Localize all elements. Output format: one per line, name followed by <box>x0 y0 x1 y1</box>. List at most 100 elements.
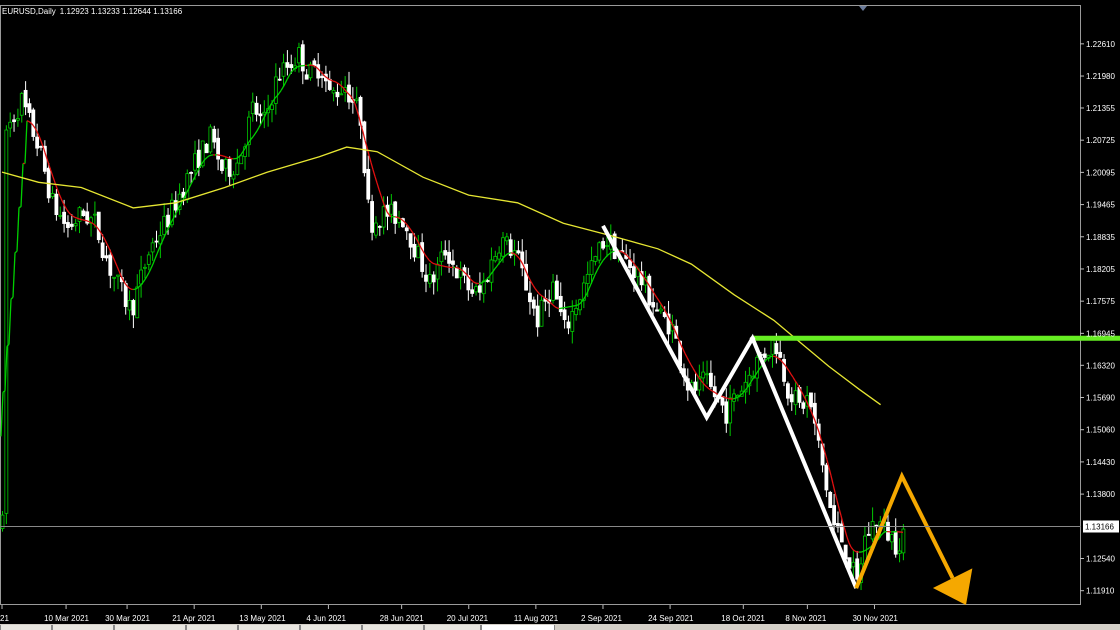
candle-body <box>851 561 856 568</box>
candle-body <box>870 521 875 540</box>
candle-body <box>832 505 836 526</box>
candle-body <box>474 286 478 293</box>
shift-marker-icon[interactable] <box>859 6 867 11</box>
candle-body <box>127 300 132 311</box>
fast-ma-segment <box>64 206 68 211</box>
fast-ma-segment <box>320 71 324 75</box>
candle-body <box>412 243 417 258</box>
fast-ma-segment <box>430 261 434 264</box>
candle-body <box>416 245 421 259</box>
fast-ma-segment <box>534 287 538 292</box>
fast-ma-segment <box>504 253 508 257</box>
chart-tab[interactable] <box>186 625 238 630</box>
fast-ma-segment <box>688 360 692 366</box>
fast-ma-segment <box>802 394 806 399</box>
chart-tab[interactable] <box>300 625 362 630</box>
fast-ma-segment <box>556 307 560 310</box>
fast-ma-segment <box>396 216 400 219</box>
current-price-label: 1.13166 <box>1085 522 1114 531</box>
candle-body <box>223 159 228 169</box>
fast-ma-segment <box>52 176 56 183</box>
chart-tab[interactable] <box>0 625 52 630</box>
fast-ma-segment <box>706 386 710 390</box>
fast-ma-segment <box>54 182 58 189</box>
fast-ma-segment <box>66 209 70 214</box>
price-tick-label: 1.17575 <box>1086 297 1115 306</box>
price-chart[interactable]: 1.22610 1.21980 1.21355 1.20725 1.20095 1.194… <box>0 0 1120 630</box>
fast-ma-segment <box>338 83 342 87</box>
fast-ma-segment <box>844 529 848 538</box>
candle-body <box>720 396 725 406</box>
slow-moving-average <box>1 146 881 406</box>
candle-body <box>281 62 286 77</box>
candle-body <box>258 113 263 117</box>
candle-body <box>320 75 324 79</box>
fast-ma-segment <box>256 126 260 132</box>
candle-body <box>154 240 159 243</box>
chart-tab[interactable] <box>424 625 481 630</box>
candle-body <box>555 280 559 300</box>
candle-body <box>204 143 209 154</box>
fast-ma-segment <box>258 123 262 128</box>
fast-ma-segment <box>566 306 570 308</box>
chart-tab[interactable] <box>114 625 186 630</box>
candle-body <box>35 136 40 149</box>
candle-body <box>270 104 274 110</box>
fast-ma-segment <box>408 226 412 231</box>
price-tick-label: 1.18205 <box>1086 265 1115 274</box>
fast-ma-segment <box>56 188 60 194</box>
fast-ma-segment <box>552 304 556 308</box>
fast-ma-segment <box>104 239 108 245</box>
time-tick-label: 18 Oct 2021 <box>721 614 765 623</box>
fast-ma-segment <box>62 202 66 207</box>
candle-body <box>285 62 290 68</box>
chart-tab-active[interactable] <box>481 625 555 630</box>
fast-ma-segment <box>594 270 598 276</box>
fast-ma-segment <box>20 163 24 207</box>
candle-body <box>762 353 767 358</box>
candle-body <box>39 145 43 148</box>
candle-body <box>250 101 255 114</box>
candle-body <box>562 309 567 321</box>
fast-ma-segment <box>710 389 714 393</box>
candle-body <box>370 201 375 233</box>
candle-body <box>889 534 894 543</box>
fast-ma-segment <box>8 299 12 345</box>
fast-ma-segment <box>24 120 28 164</box>
candle-body <box>855 558 860 580</box>
fast-ma-segment <box>380 195 384 202</box>
candle-body <box>828 491 833 509</box>
price-tick-label: 1.15690 <box>1086 394 1115 403</box>
fast-ma-segment <box>252 133 256 138</box>
chart-tab[interactable] <box>238 625 300 630</box>
candle-body <box>189 172 194 174</box>
fast-ma-segment <box>538 292 542 296</box>
chart-header: EURUSD,Daily 1.12923 1.13233 1.12644 1.13… <box>2 7 183 16</box>
fast-ma-segment <box>850 546 854 551</box>
fast-ma-segment <box>472 280 476 284</box>
candle-body <box>139 269 144 285</box>
fast-ma-segment <box>122 279 126 284</box>
candle-body <box>308 63 313 79</box>
candle-body <box>786 383 790 399</box>
fast-ma-segment <box>46 158 50 166</box>
fast-ma-segment <box>128 287 132 290</box>
fast-ma-segment <box>112 256 116 262</box>
time-axis[interactable]: eb 2021 10 Mar 2021 30 Mar 2021 21 Apr 2021… <box>0 605 898 623</box>
fast-ma-segment <box>880 532 884 536</box>
fast-ma-segment <box>508 252 512 255</box>
candle-body <box>12 119 16 123</box>
price-tick-label: 1.18835 <box>1086 233 1115 242</box>
fast-ma-segment <box>542 296 546 299</box>
candle-body <box>104 255 109 259</box>
price-axis[interactable]: 1.22610 1.21980 1.21355 1.20725 1.20095 1.194… <box>0 40 1119 596</box>
candle-body <box>50 193 55 198</box>
fast-ma-segment <box>654 294 658 299</box>
fast-ma-segment <box>250 136 254 140</box>
chart-window[interactable]: 1.22610 1.21980 1.21355 1.20725 1.20095 1.194… <box>0 0 1120 630</box>
chart-tab[interactable] <box>52 625 114 630</box>
fast-ma-segment <box>712 390 716 394</box>
fast-ma-segment <box>530 281 534 286</box>
chart-tab[interactable] <box>362 625 424 630</box>
annotation-layer[interactable] <box>601 224 1120 605</box>
